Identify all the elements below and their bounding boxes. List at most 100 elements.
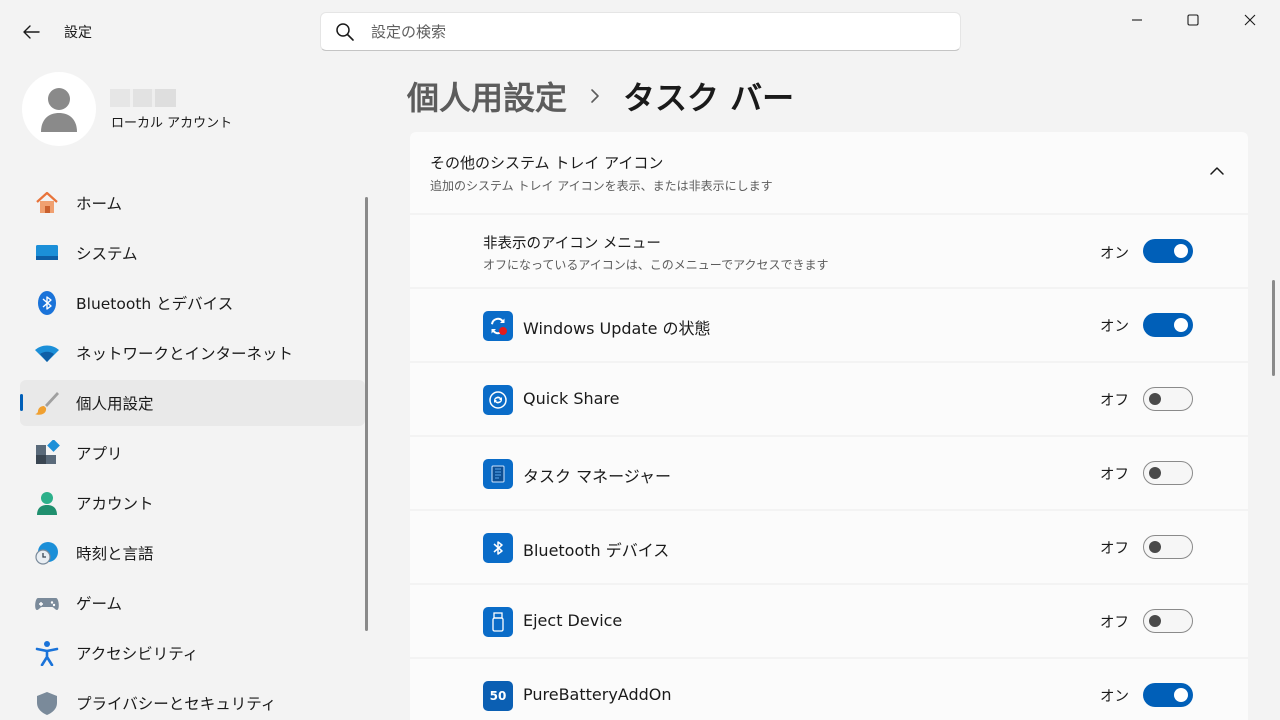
task-manager-icon bbox=[483, 459, 513, 489]
sidebar-item-time-language[interactable]: 時刻と言語 bbox=[20, 530, 365, 576]
sidebar-item-apps[interactable]: アプリ bbox=[20, 430, 365, 476]
tray-item-label: PureBatteryAddOn bbox=[523, 685, 672, 704]
sidebar-item-privacy[interactable]: プライバシーとセキュリティ bbox=[20, 680, 365, 720]
chevron-right-icon bbox=[575, 88, 615, 104]
sidebar-item-label: ゲーム bbox=[76, 595, 123, 613]
toggle-knob bbox=[1149, 541, 1161, 553]
sidebar-item-label: アクセシビリティ bbox=[76, 645, 199, 663]
apps-icon bbox=[34, 440, 60, 466]
section-title: その他のシステム トレイ アイコン bbox=[430, 154, 664, 172]
tray-row-pure-battery: 50 PureBatteryAddOn オン bbox=[410, 659, 1248, 720]
section-subtitle: 追加のシステム トレイ アイコンを表示、または非表示にします bbox=[430, 179, 773, 193]
sidebar-item-network[interactable]: ネットワークとインターネット bbox=[20, 330, 365, 376]
sidebar-scrollbar[interactable] bbox=[365, 197, 368, 631]
user-silhouette-icon bbox=[41, 88, 77, 132]
toggle-state-label: オフ bbox=[1100, 467, 1129, 483]
section-header-tray-icons[interactable]: その他のシステム トレイ アイコン 追加のシステム トレイ アイコンを表示、また… bbox=[410, 132, 1248, 213]
display-icon bbox=[34, 240, 60, 266]
toggle-state-label: オフ bbox=[1100, 541, 1129, 557]
toggle-state-label: オン bbox=[1100, 319, 1129, 335]
avatar bbox=[22, 72, 96, 146]
tray-item-label: Windows Update の状態 bbox=[523, 319, 711, 338]
toggle-knob bbox=[1149, 615, 1161, 627]
close-button[interactable] bbox=[1221, 0, 1279, 40]
sidebar-item-label: アカウント bbox=[76, 495, 154, 513]
account-type: ローカル アカウント bbox=[111, 116, 233, 131]
toggle-state-label: オフ bbox=[1100, 615, 1129, 631]
setting-row-hidden-icon-menu: 非表示のアイコン メニュー オフになっているアイコンは、このメニューでアクセスで… bbox=[410, 215, 1248, 287]
shield-icon bbox=[34, 690, 60, 716]
tray-row-task-manager: タスク マネージャー オフ bbox=[410, 437, 1248, 509]
tray-row-windows-update: Windows Update の状態 オン bbox=[410, 289, 1248, 361]
sidebar-item-label: アプリ bbox=[76, 445, 123, 463]
back-button[interactable] bbox=[14, 16, 48, 48]
close-icon bbox=[1244, 14, 1256, 26]
minimize-icon bbox=[1132, 19, 1142, 21]
tray-item-label: Quick Share bbox=[523, 389, 620, 408]
sidebar-item-accessibility[interactable]: アクセシビリティ bbox=[20, 630, 365, 676]
wifi-icon bbox=[34, 340, 60, 366]
profile-card[interactable]: ローカル アカウント bbox=[20, 70, 360, 150]
eject-device-toggle[interactable] bbox=[1143, 609, 1193, 633]
tray-item-label: Bluetooth デバイス bbox=[523, 541, 670, 560]
toggle-knob bbox=[1174, 318, 1188, 332]
sidebar-item-label: 個人用設定 bbox=[76, 395, 154, 413]
quick-share-icon bbox=[483, 385, 513, 415]
page-title: タスク バー bbox=[623, 79, 795, 117]
maximize-icon bbox=[1187, 14, 1199, 26]
toggle-knob bbox=[1174, 688, 1188, 702]
hidden-icon-menu-toggle[interactable] bbox=[1143, 239, 1193, 263]
battery-percent-text: 50 bbox=[489, 689, 507, 703]
paintbrush-icon bbox=[34, 390, 60, 416]
sidebar-item-label: プライバシーとセキュリティ bbox=[76, 695, 277, 713]
pure-battery-toggle[interactable] bbox=[1143, 683, 1193, 707]
sidebar-item-label: ネットワークとインターネット bbox=[76, 345, 294, 363]
accessibility-icon bbox=[34, 640, 60, 666]
sidebar-nav: ホーム システム Bluetooth とデバイス ネットワークとインターネット … bbox=[20, 180, 365, 720]
battery-percent-icon: 50 bbox=[483, 681, 513, 711]
tray-item-label: Eject Device bbox=[523, 611, 623, 630]
sidebar-item-gaming[interactable]: ゲーム bbox=[20, 580, 365, 626]
sidebar-item-label: ホーム bbox=[76, 195, 123, 213]
sidebar-item-system[interactable]: システム bbox=[20, 230, 365, 276]
sidebar-item-label: Bluetooth とデバイス bbox=[76, 295, 234, 313]
task-manager-toggle[interactable] bbox=[1143, 461, 1193, 485]
breadcrumb: 個人用設定 タスク バー bbox=[407, 74, 794, 118]
search-icon bbox=[336, 22, 354, 41]
breadcrumb-parent[interactable]: 個人用設定 bbox=[407, 73, 567, 119]
sidebar-item-label: システム bbox=[76, 245, 138, 263]
title-bar: 設定 bbox=[0, 0, 1280, 62]
toggle-knob bbox=[1174, 244, 1188, 258]
maximize-button[interactable] bbox=[1164, 0, 1222, 40]
search-box[interactable] bbox=[320, 12, 961, 51]
quick-share-toggle[interactable] bbox=[1143, 387, 1193, 411]
tray-row-bluetooth-devices: Bluetooth デバイス オフ bbox=[410, 511, 1248, 583]
toggle-state-label: オフ bbox=[1100, 393, 1129, 409]
windows-update-icon bbox=[483, 311, 513, 341]
setting-subtitle: オフになっているアイコンは、このメニューでアクセスできます bbox=[483, 258, 829, 272]
bluetooth-devices-toggle[interactable] bbox=[1143, 535, 1193, 559]
minimize-button[interactable] bbox=[1108, 0, 1166, 40]
gamepad-icon bbox=[34, 590, 60, 616]
home-icon bbox=[34, 190, 60, 216]
search-input[interactable] bbox=[371, 22, 931, 41]
usb-eject-icon bbox=[483, 607, 513, 637]
chevron-up-icon[interactable] bbox=[1208, 162, 1226, 180]
person-icon bbox=[34, 490, 60, 516]
toggle-state-label: オン bbox=[1100, 689, 1129, 705]
bluetooth-icon bbox=[483, 533, 513, 563]
tray-row-quick-share: Quick Share オフ bbox=[410, 363, 1248, 435]
sidebar-item-bluetooth[interactable]: Bluetooth とデバイス bbox=[20, 280, 365, 326]
sidebar-item-home[interactable]: ホーム bbox=[20, 180, 365, 226]
clock-globe-icon bbox=[34, 540, 60, 566]
app-title: 設定 bbox=[64, 25, 92, 41]
content-scrollbar[interactable] bbox=[1272, 280, 1275, 376]
account-name-redacted bbox=[110, 89, 176, 107]
windows-update-toggle[interactable] bbox=[1143, 313, 1193, 337]
sidebar-item-label: 時刻と言語 bbox=[76, 545, 154, 563]
bluetooth-icon bbox=[34, 290, 60, 316]
sidebar-item-personalization[interactable]: 個人用設定 bbox=[20, 380, 365, 426]
tray-item-label: タスク マネージャー bbox=[523, 467, 671, 486]
toggle-knob bbox=[1149, 467, 1161, 479]
sidebar-item-accounts[interactable]: アカウント bbox=[20, 480, 365, 526]
